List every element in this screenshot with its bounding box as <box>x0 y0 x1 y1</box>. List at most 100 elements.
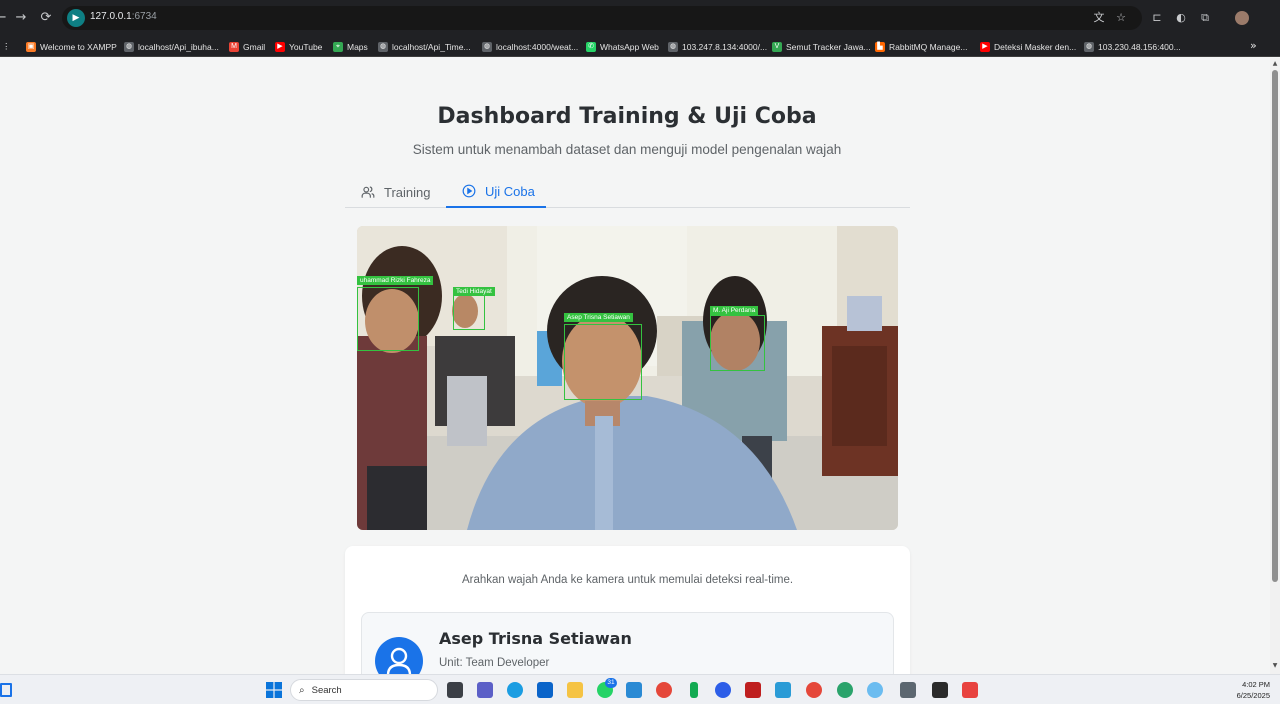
bookmark-favicon-icon: ◍ <box>378 41 388 52</box>
bookmark-item[interactable]: M Gmail <box>229 39 265 54</box>
bookmark-item[interactable]: ◍ localhost/Api_ibuha... <box>124 39 219 54</box>
bookmark-label: Gmail <box>243 41 266 52</box>
detection-hint: Arahkan wajah Anda ke kamera untuk memul… <box>461 574 794 586</box>
extensions-puzzle-icon[interactable]: ⧉ <box>1198 11 1212 25</box>
bookmark-label: Deteksi Masker den... <box>994 41 1077 52</box>
scroll-up-icon[interactable]: ▲ <box>1271 60 1279 68</box>
detection-card: Arahkan wajah Anda ke kamera untuk memul… <box>345 546 910 674</box>
bookmark-item[interactable]: V Semut Tracker Jawa... <box>772 39 871 54</box>
clock-date: 6/25/2025 <box>1236 691 1270 700</box>
users-icon <box>361 186 375 198</box>
bookmark-favicon-icon: ▙ <box>875 41 885 52</box>
page-viewport: Dashboard Training & Uji Coba Sistem unt… <box>0 58 1270 674</box>
reload-icon[interactable]: ⟳ <box>37 9 55 27</box>
media-icon[interactable]: ⊏ <box>1150 11 1164 25</box>
task-view-icon[interactable] <box>447 682 463 698</box>
bookmark-item[interactable]: ✆ WhatsApp Web <box>586 39 659 54</box>
bookmark-label: Maps <box>347 41 368 52</box>
system-clock[interactable]: 4:02 PM 6/25/2025 <box>1226 679 1270 701</box>
tab-training[interactable]: Training <box>361 176 451 208</box>
bookmark-favicon-icon: ✆ <box>586 41 596 52</box>
bookmark-label: localhost/Api_ibuha... <box>138 41 219 52</box>
bookmark-label: localhost:4000/weat... <box>496 41 579 52</box>
bookmark-label: YouTube <box>289 41 323 52</box>
tab-uji-coba-label: Uji Coba <box>485 183 535 199</box>
bookmark-star-icon[interactable]: ☆ <box>1114 11 1128 25</box>
chrome-icon[interactable] <box>656 682 672 698</box>
url-text: 127.0.0.1:6734 <box>90 11 157 22</box>
scroll-thumb[interactable] <box>1272 70 1278 582</box>
bookmark-item[interactable]: ◍ 103.247.8.134:4000/... <box>668 39 767 54</box>
bookmark-item[interactable]: ▙ RabbitMQ Manage... <box>875 39 967 54</box>
play-circle-icon <box>462 184 476 198</box>
file-explorer-icon[interactable] <box>567 682 583 698</box>
vscode-icon[interactable] <box>626 682 642 698</box>
teams-icon[interactable] <box>477 682 493 698</box>
bookmark-favicon-icon: ⌖ <box>333 41 343 52</box>
chrome-alt-icon[interactable] <box>837 682 853 698</box>
user-icon <box>375 637 423 674</box>
bookmark-item[interactable]: ◍ localhost:4000/weat... <box>482 39 578 54</box>
bookmark-favicon-icon: ▶ <box>275 41 285 52</box>
face-bounding-box <box>357 287 419 351</box>
camera-recording-icon: ▶ <box>67 9 85 27</box>
person-unit: Unit: Team Developer <box>439 657 550 669</box>
chrome-profile-icon[interactable] <box>806 682 822 698</box>
face-label: Asep Trisna Setiawan <box>564 313 633 322</box>
whatsapp-badge: 31 <box>605 678 617 688</box>
bookmark-label: localhost/Api_Time... <box>392 41 471 52</box>
filezilla-icon[interactable] <box>745 682 761 698</box>
windows-start-icon[interactable] <box>266 682 282 698</box>
bookmarks-bar: ⋮ ▣ Welcome to XAMPP ◍ localhost/Api_ibuha.… <box>0 36 1280 57</box>
bookmark-item[interactable]: ▶ Deteksi Masker den... <box>980 39 1076 54</box>
bookmark-item[interactable]: ▶ YouTube <box>275 39 322 54</box>
notes-icon[interactable] <box>775 682 791 698</box>
face-bounding-box <box>453 293 485 330</box>
bookmark-favicon-icon: ◍ <box>124 41 134 52</box>
windows-taskbar: ⌕ Search 31 4:02 PM 6/25/2025 <box>0 674 1280 704</box>
bookmark-label: RabbitMQ Manage... <box>889 41 968 52</box>
tab-uji-coba[interactable]: Uji Coba <box>446 176 546 208</box>
bookmarks-overflow-icon[interactable]: » <box>1250 39 1257 52</box>
photos-icon[interactable] <box>900 682 916 698</box>
bookmark-label: 103.230.48.156:400... <box>1098 41 1181 52</box>
page-subtitle: Sistem untuk menambah dataset dan menguj… <box>412 142 842 157</box>
clock-time: 4:02 PM <box>1242 680 1270 689</box>
bookmark-item[interactable]: ◍ localhost/Api_Time... <box>378 39 471 54</box>
page-title: Dashboard Training & Uji Coba <box>437 104 817 129</box>
desktop-widget-icon[interactable] <box>0 683 12 697</box>
search-icon: ⌕ <box>299 684 305 696</box>
translate-icon[interactable]: 文 <box>1092 11 1106 25</box>
cloud-icon[interactable] <box>867 682 883 698</box>
app-red-icon[interactable] <box>962 682 978 698</box>
browser-titlebar: ← → ⟳ ▶ 127.0.0.1:6734 文 ☆ ⊏ ◐ ⧉ <box>0 0 1280 36</box>
bookmark-label: 103.247.8.134:4000/... <box>682 41 768 52</box>
bookmark-item[interactable]: ▣ Welcome to XAMPP <box>26 39 117 54</box>
scroll-down-icon[interactable]: ▼ <box>1271 662 1279 670</box>
page-scrollbar[interactable]: ▲ ▼ <box>1270 58 1280 674</box>
mongodb-icon[interactable] <box>690 682 698 698</box>
bookmark-item[interactable]: ⌖ Maps <box>333 39 368 54</box>
edge-icon[interactable] <box>507 682 523 698</box>
taskbar-search[interactable]: ⌕ Search <box>290 679 438 701</box>
zoom-icon[interactable] <box>715 682 731 698</box>
outlook-icon[interactable] <box>537 682 553 698</box>
recognition-result: Asep Trisna Setiawan Unit: Team Develope… <box>361 612 894 674</box>
tab-training-label: Training <box>384 184 431 200</box>
profile-avatar[interactable] <box>1235 11 1249 25</box>
person-name: Asep Trisna Setiawan <box>439 629 632 648</box>
taskbar-search-label: Search <box>311 684 342 696</box>
terminal-icon[interactable] <box>932 682 948 698</box>
face-label: uhammad Rizki Fahreza <box>357 276 434 285</box>
back-icon[interactable]: ← <box>0 9 10 27</box>
face-label: M. Aji Perdana <box>710 306 759 315</box>
extension-globe-icon[interactable]: ◐ <box>1174 11 1188 25</box>
bookmark-favicon-icon: ◍ <box>1084 41 1094 52</box>
bookmark-favicon-icon: ▣ <box>26 41 36 52</box>
bookmark-item[interactable]: ◍ 103.230.48.156:400... <box>1084 39 1181 54</box>
bookmark-label: Semut Tracker Jawa... <box>786 41 871 52</box>
address-bar[interactable]: ▶ 127.0.0.1:6734 文 ☆ <box>62 6 1142 30</box>
bookmark-favicon-icon: ◍ <box>668 41 678 52</box>
forward-icon[interactable]: → <box>12 9 30 27</box>
apps-grid-icon[interactable]: ⋮ <box>2 39 11 54</box>
